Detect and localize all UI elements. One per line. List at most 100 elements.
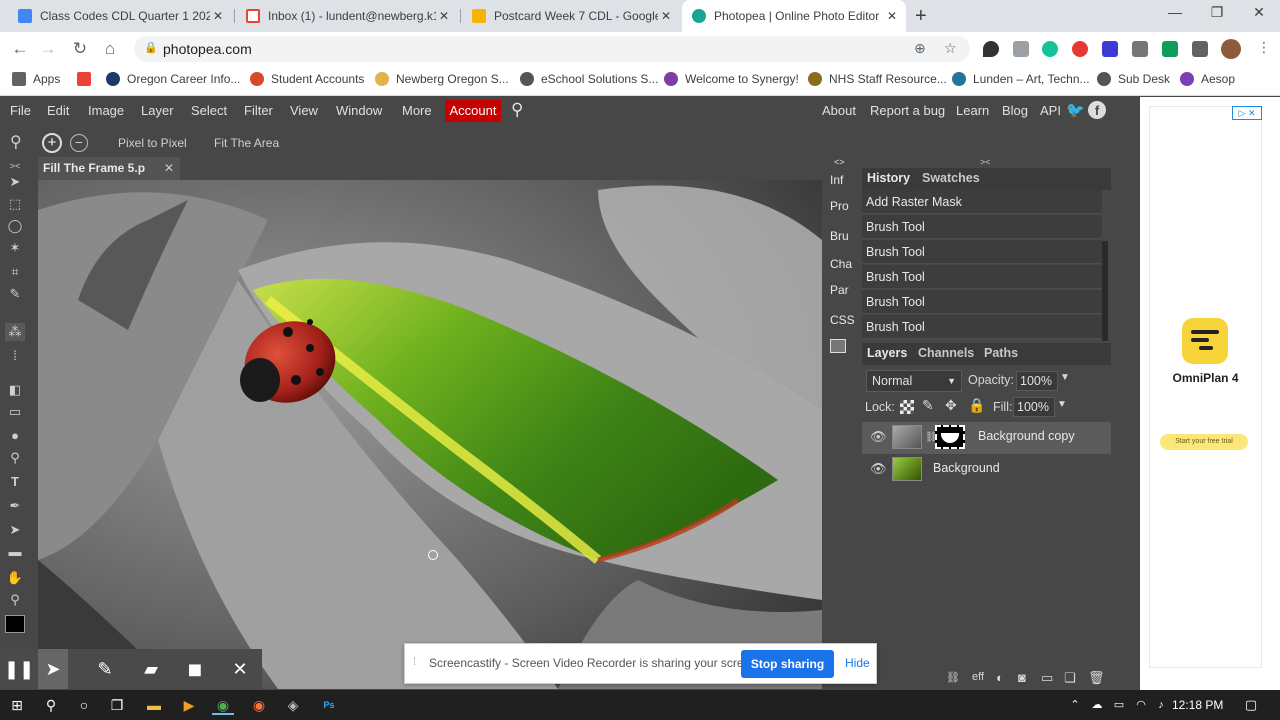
browser-tab[interactable]: Postcard Week 7 CDL - Google Sl ✕ bbox=[462, 0, 680, 32]
blend-mode-select[interactable]: Normal ▼ bbox=[866, 370, 962, 392]
firefox-icon[interactable]: ◉ bbox=[248, 695, 270, 715]
menu-about[interactable]: About bbox=[822, 103, 856, 118]
more-vert-icon[interactable]: ⋮ bbox=[1252, 39, 1276, 56]
grammarly-icon[interactable] bbox=[1042, 41, 1058, 57]
lock-all-icon[interactable]: 🔒 bbox=[968, 397, 985, 414]
pen-tool-icon[interactable]: ✒ bbox=[5, 497, 25, 515]
panel-css-button[interactable]: CSS bbox=[830, 313, 855, 327]
eye-icon[interactable]: 👁 bbox=[870, 461, 887, 477]
volume-icon[interactable]: ♪ bbox=[1150, 695, 1172, 715]
extension-cast-icon[interactable] bbox=[1013, 41, 1029, 57]
extension-c-icon[interactable] bbox=[1102, 41, 1118, 57]
healing-brush-icon[interactable]: ⁂ bbox=[5, 323, 25, 341]
fill-input[interactable]: 100% bbox=[1013, 397, 1055, 417]
shape-tool-icon[interactable]: ▬ bbox=[5, 543, 25, 561]
marquee-tool-icon[interactable]: ⬚ bbox=[5, 195, 25, 213]
browser-tab[interactable]: Class Codes CDL Quarter 1 2020 ✕ bbox=[8, 0, 232, 32]
new-layer-icon[interactable]: ❏ bbox=[1064, 670, 1076, 686]
avatar[interactable] bbox=[1221, 39, 1241, 59]
mask-thumbnail[interactable] bbox=[935, 425, 965, 449]
bookmark[interactable]: Welcome to Synergy! bbox=[664, 72, 799, 86]
history-item[interactable]: Add Raster Mask bbox=[862, 190, 1102, 214]
menu-filter[interactable]: Filter bbox=[244, 103, 273, 118]
adjustment-icon[interactable]: ◐ bbox=[996, 670, 1004, 685]
folder-icon[interactable]: ▭ bbox=[1041, 670, 1053, 686]
history-item[interactable]: Brush Tool bbox=[862, 290, 1102, 314]
menu-window[interactable]: Window bbox=[336, 103, 382, 118]
bookmark[interactable]: Student Accounts bbox=[250, 72, 364, 86]
tab-swatches[interactable]: Swatches bbox=[922, 171, 980, 185]
menu-select[interactable]: Select bbox=[191, 103, 227, 118]
bookmark[interactable]: eSchool Solutions S... bbox=[520, 72, 658, 86]
system-clock[interactable]: 12:18 PM bbox=[1172, 698, 1223, 712]
magic-wand-icon[interactable]: ✶ bbox=[5, 239, 25, 257]
extension-chat-icon[interactable] bbox=[983, 41, 999, 57]
hand-tool-icon[interactable]: ✋ bbox=[5, 569, 25, 587]
image-icon[interactable] bbox=[830, 339, 846, 353]
close-icon[interactable]: ✕ bbox=[658, 9, 674, 23]
blur-icon[interactable]: ● bbox=[5, 427, 25, 445]
zoom-tool-icon[interactable]: ⚲ bbox=[5, 591, 25, 609]
eyedropper-icon[interactable]: ✎ bbox=[5, 285, 25, 303]
close-icon[interactable]: ✕ bbox=[164, 157, 174, 180]
minimize-icon[interactable]: — bbox=[1160, 4, 1190, 20]
menu-image[interactable]: Image bbox=[88, 103, 124, 118]
eye-icon[interactable]: 👁 bbox=[870, 429, 887, 445]
highlighter-icon[interactable]: ▰ bbox=[136, 659, 166, 680]
browser-tab-active[interactable]: Photopea | Online Photo Editor ✕ bbox=[682, 0, 906, 32]
menu-api[interactable]: API bbox=[1040, 103, 1061, 118]
media-player-icon[interactable]: ▶ bbox=[178, 695, 200, 715]
zoom-out-icon[interactable]: − bbox=[70, 134, 88, 152]
panel-info-button[interactable]: Inf bbox=[830, 173, 843, 187]
pause-icon[interactable]: ❚❚ bbox=[4, 659, 34, 680]
panel-character-button[interactable]: Cha bbox=[830, 257, 852, 271]
effects-button[interactable]: eff bbox=[972, 671, 984, 683]
photoshop-icon[interactable]: Ps bbox=[318, 695, 340, 715]
battery-icon[interactable]: ▭ bbox=[1108, 695, 1130, 715]
foreground-color-swatch[interactable] bbox=[5, 615, 25, 633]
puzzle-icon[interactable] bbox=[1192, 41, 1208, 57]
history-item[interactable]: Brush Tool bbox=[862, 240, 1102, 264]
dodge-icon[interactable]: ⚲ bbox=[5, 449, 25, 467]
twitter-icon[interactable]: 🐦 bbox=[1066, 101, 1085, 119]
lock-paint-icon[interactable]: ✎ bbox=[922, 397, 934, 414]
reload-icon[interactable]: ↻ bbox=[68, 39, 92, 59]
windows-start-icon[interactable]: ⊞ bbox=[6, 695, 28, 715]
gradient-icon[interactable]: ▭ bbox=[5, 403, 25, 421]
collapse-icon[interactable]: >< bbox=[980, 157, 991, 167]
hide-button[interactable]: Hide bbox=[845, 656, 870, 670]
menu-layer[interactable]: Layer bbox=[141, 103, 174, 118]
path-select-icon[interactable]: ➤ bbox=[5, 521, 25, 539]
pen-icon[interactable]: ✎ bbox=[90, 659, 120, 680]
facebook-icon[interactable]: f bbox=[1088, 101, 1106, 119]
browser-tab[interactable]: Inbox (1) - lundent@newberg.k12 ✕ bbox=[236, 0, 458, 32]
document-tab[interactable]: Fill The Frame 5.p ✕ bbox=[38, 157, 180, 180]
bookmark-star-icon[interactable]: ☆ bbox=[944, 40, 957, 57]
back-icon[interactable]: ← bbox=[8, 39, 32, 59]
cursor-icon[interactable]: ➤ bbox=[38, 649, 68, 689]
adchoices-icon[interactable]: ▷ ✕ bbox=[1232, 106, 1262, 120]
pixel-to-pixel-button[interactable]: Pixel to Pixel bbox=[118, 136, 187, 150]
crop-tool-icon[interactable]: ⌗ bbox=[5, 263, 25, 281]
close-icon[interactable]: ✕ bbox=[225, 659, 255, 680]
bookmark[interactable]: Lunden – Art, Techn... bbox=[952, 72, 1090, 86]
zoom-in-icon[interactable]: + bbox=[42, 133, 62, 153]
tab-layers[interactable]: Layers bbox=[867, 346, 907, 360]
bookmark[interactable]: Aesop bbox=[1180, 72, 1235, 86]
bookmark[interactable]: Sub Desk bbox=[1097, 72, 1170, 86]
layer-row-selected[interactable]: 👁 ⛓ Background copy bbox=[862, 422, 1111, 454]
history-scrollbar[interactable] bbox=[1102, 241, 1108, 341]
notifications-icon[interactable]: ▢ bbox=[1240, 695, 1262, 715]
fit-area-button[interactable]: Fit The Area bbox=[214, 136, 279, 150]
canvas[interactable] bbox=[38, 180, 822, 689]
menu-blog[interactable]: Blog bbox=[1002, 103, 1028, 118]
search-icon[interactable]: ⚲ bbox=[40, 695, 62, 715]
chrome-icon[interactable]: ◉ bbox=[212, 695, 234, 715]
lock-move-icon[interactable]: ✥ bbox=[945, 397, 957, 414]
sheets-extension-icon[interactable] bbox=[1162, 41, 1178, 57]
account-button[interactable]: Account bbox=[445, 100, 501, 122]
extension-record-icon[interactable] bbox=[1072, 41, 1088, 57]
trash-icon[interactable]: 🗑 bbox=[1088, 670, 1105, 686]
tab-paths[interactable]: Paths bbox=[984, 346, 1018, 360]
brush-tool-icon[interactable]: ⁞ bbox=[5, 347, 25, 365]
